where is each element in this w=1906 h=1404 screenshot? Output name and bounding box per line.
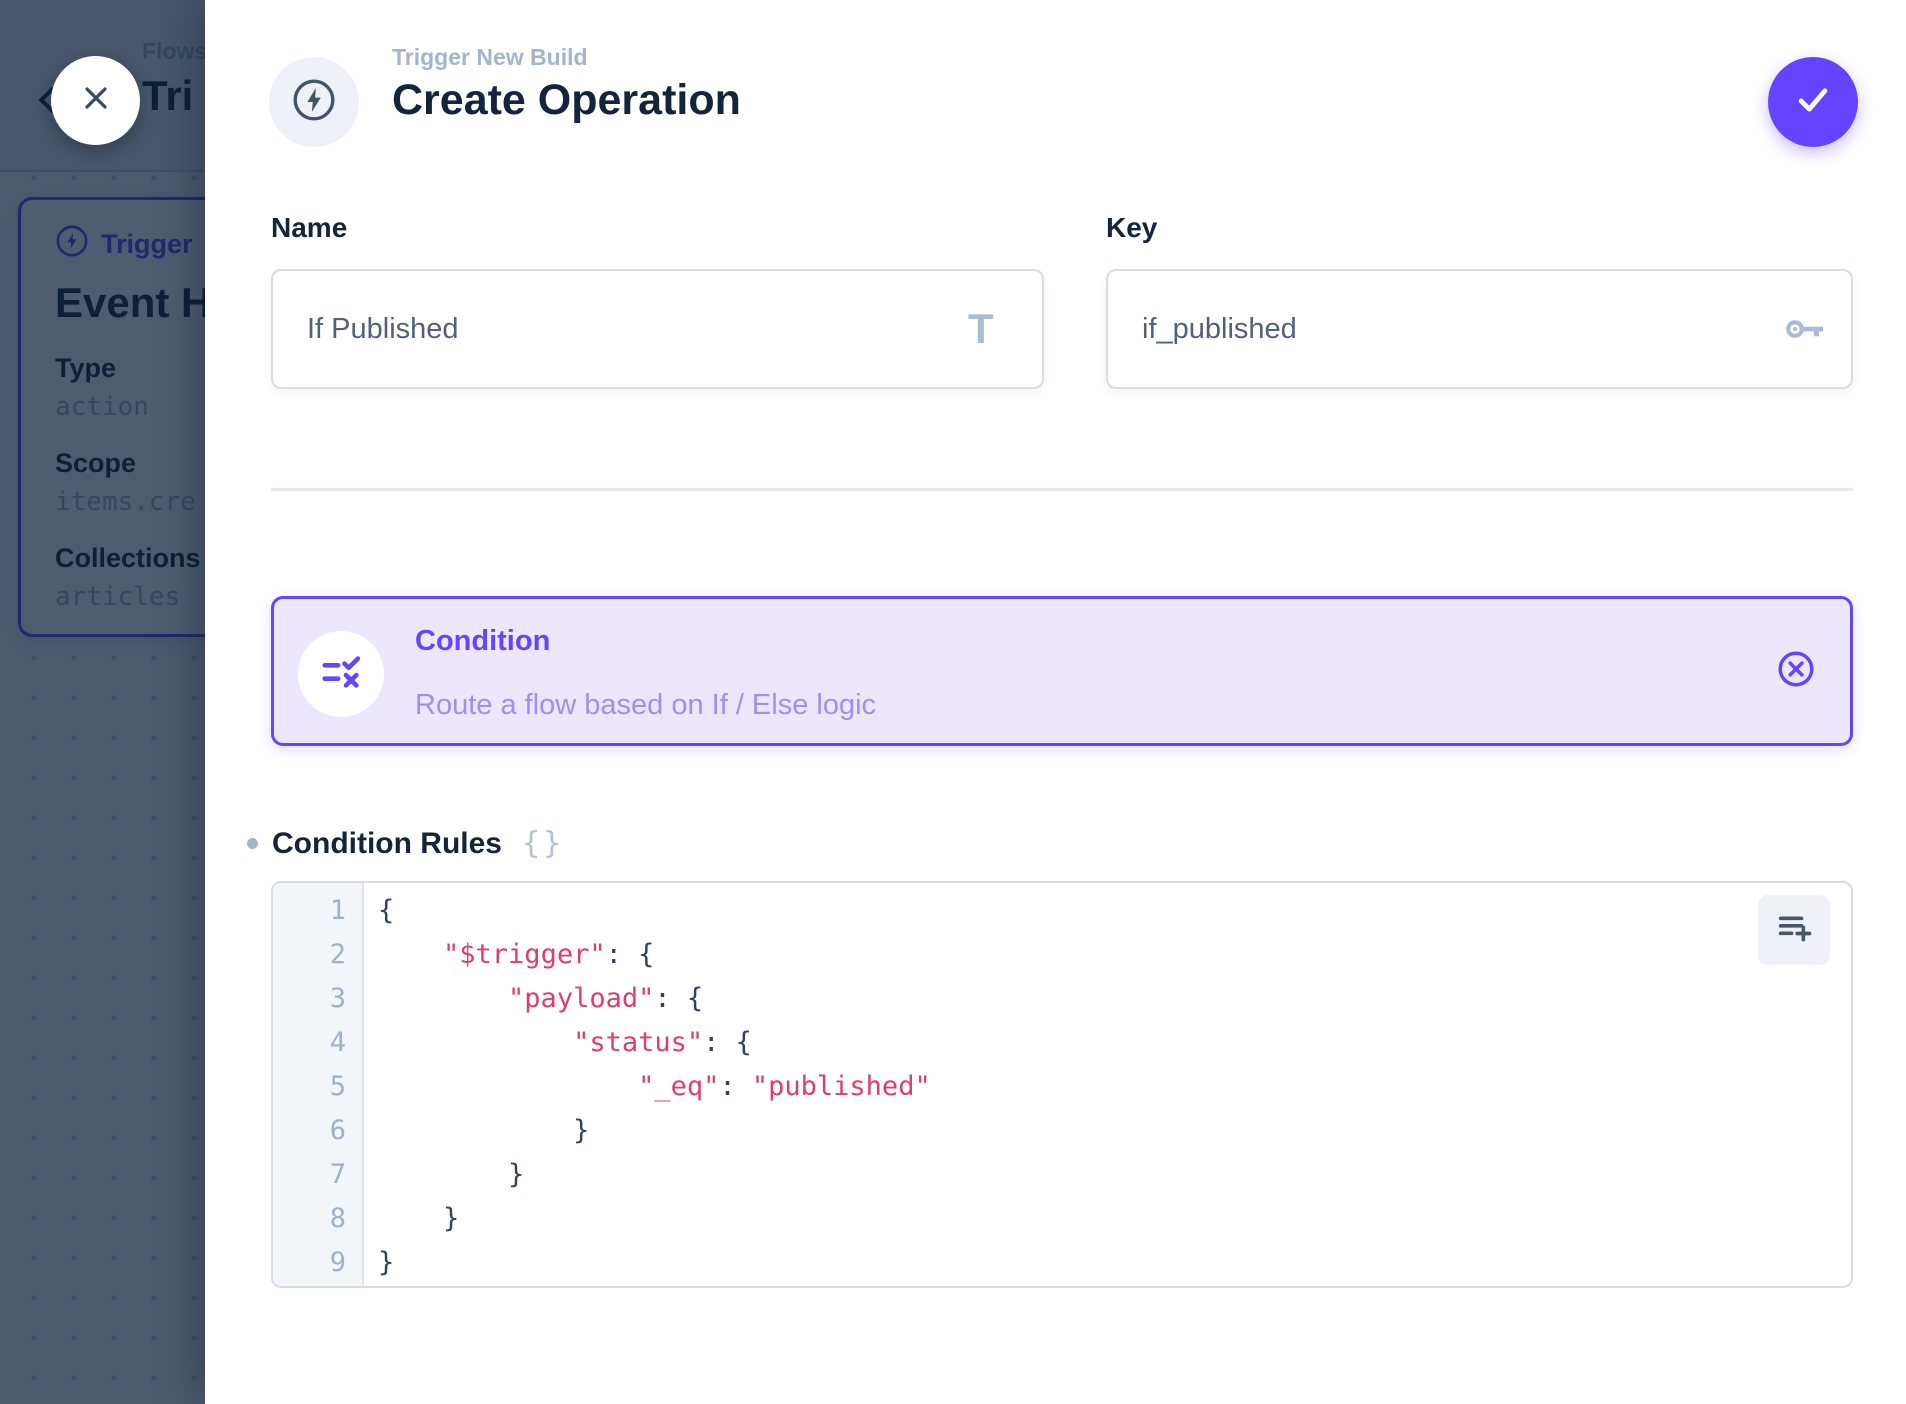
bolt-circle-icon — [290, 76, 338, 129]
key-field-label: Key — [1106, 212, 1157, 244]
confirm-save-button[interactable] — [1768, 57, 1858, 147]
line-number: 9 — [273, 1241, 346, 1285]
code-gutter: 123456789 — [273, 883, 364, 1286]
code-line[interactable]: "payload": { — [378, 977, 1851, 1021]
condition-rules-label: Condition Rules — [272, 827, 502, 861]
line-number: 5 — [273, 1065, 346, 1109]
code-line[interactable]: "status": { — [378, 1021, 1851, 1065]
code-line[interactable]: } — [378, 1109, 1851, 1153]
close-icon — [78, 80, 114, 121]
remove-operation-button[interactable] — [1774, 649, 1818, 693]
operation-title: Condition — [415, 625, 550, 658]
rule-icon — [318, 649, 364, 700]
edited-dot — [247, 838, 258, 849]
line-number: 2 — [273, 933, 346, 977]
line-number: 4 — [273, 1021, 346, 1065]
drawer-header-icon-circle — [269, 57, 359, 147]
name-field-label: Name — [271, 212, 347, 244]
condition-operation-card[interactable]: Condition Route a flow based on If / Els… — [271, 596, 1853, 746]
drawer-title: Create Operation — [392, 76, 741, 125]
condition-rules-code-editor[interactable]: 123456789 { "$trigger": { "payload": { "… — [271, 881, 1853, 1288]
create-operation-drawer: Trigger New Build Create Operation Name … — [205, 0, 1906, 1404]
key-input[interactable] — [1106, 269, 1853, 389]
code-line[interactable]: "$trigger": { — [378, 933, 1851, 977]
playlist-add-icon — [1774, 908, 1814, 953]
condition-rules-header: Condition Rules {} — [247, 826, 564, 861]
name-input[interactable] — [271, 269, 1044, 389]
check-icon — [1791, 78, 1835, 127]
code-line[interactable]: } — [378, 1241, 1851, 1285]
drawer-subtitle: Trigger New Build — [392, 44, 588, 71]
add-template-button[interactable] — [1758, 895, 1830, 965]
cancel-circle-icon — [1774, 647, 1818, 696]
braces-icon: {} — [522, 826, 564, 861]
line-number: 7 — [273, 1153, 346, 1197]
code-line[interactable]: } — [378, 1197, 1851, 1241]
line-number: 8 — [273, 1197, 346, 1241]
code-line[interactable]: } — [378, 1153, 1851, 1197]
close-drawer-button[interactable] — [51, 56, 140, 145]
line-number: 1 — [273, 889, 346, 933]
operation-description: Route a flow based on If / Else logic — [415, 689, 876, 722]
code-line[interactable]: "_eq": "published" — [378, 1065, 1851, 1109]
operation-icon-circle — [298, 631, 384, 717]
code-content[interactable]: { "$trigger": { "payload": { "status": {… — [364, 883, 1851, 1286]
section-divider — [271, 488, 1853, 491]
code-line[interactable]: { — [378, 889, 1851, 933]
line-number: 3 — [273, 977, 346, 1021]
line-number: 6 — [273, 1109, 346, 1153]
